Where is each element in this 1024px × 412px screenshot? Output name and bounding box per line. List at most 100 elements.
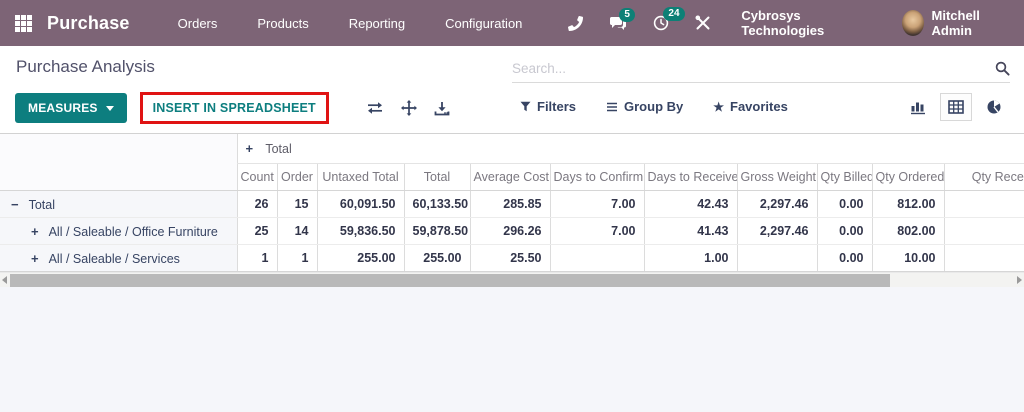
pivot-column-group-header[interactable]: + Total [236,134,1024,164]
messages-badge: 5 [619,7,635,22]
pivot-action-icons [349,100,450,116]
search-input[interactable] [512,61,989,76]
pivot-value-cell: 14 [276,217,317,245]
favorites-label: Favorites [730,99,788,114]
horizontal-scrollbar[interactable] [0,272,1024,287]
pivot-column-header[interactable]: Count [236,163,277,191]
filter-funnel-icon [520,101,531,112]
pivot-row: − Total 26 15 60,091.50 60,133.50 285.85 7.00 42… [0,190,1024,218]
pivot-value-cell: 2,297.46 [736,190,817,218]
purchase-analysis-page: Purchase Orders Products Reporting Configur… [0,0,1024,412]
pivot-table-container: + Total Count Order Untaxed Total Total Aver… [0,133,1024,272]
pivot-value-cell [943,217,1024,245]
expand-icon[interactable]: + [246,141,254,156]
pivot-column-header[interactable]: Days to Confirm [549,163,644,191]
group-by-button[interactable]: Group By [606,99,683,114]
collapse-icon[interactable]: − [11,197,19,212]
pivot-value-cell: 7.00 [549,217,644,245]
pivot-value-cell: 60,133.50 [403,190,470,218]
pivot-value-cell: 59,878.50 [403,217,470,245]
filters-label: Filters [537,99,577,114]
column-group-label: Total [265,142,292,156]
dashboard-view-button[interactable] [978,92,1010,122]
pivot-value-cell: 7.00 [549,190,644,218]
pivot-row-label: Total [28,197,55,212]
pivot-value-cell: 0.00 [816,244,872,272]
pivot-column-header[interactable]: Days to Receive [643,163,737,191]
nav-item-orders[interactable]: Orders [158,16,238,31]
pivot-value-cell: 15 [276,190,317,218]
horizontal-scrollbar-thumb[interactable] [10,274,890,287]
flip-axis-icon[interactable] [366,101,384,115]
measures-label: MEASURES [28,101,98,115]
pivot-table: + Total Count Order Untaxed Total Total Aver… [0,134,1024,272]
bar-chart-view-button[interactable] [902,93,934,122]
nav-item-configuration[interactable]: Configuration [425,16,542,31]
scroll-right-arrow-icon[interactable] [1017,276,1022,284]
pivot-value-cell: 59,836.50 [316,217,404,245]
search-bar [512,55,1010,83]
scroll-left-arrow-icon[interactable] [2,276,7,284]
pivot-value-cell: 0.00 [816,217,872,245]
pivot-toolbar: MEASURES INSERT IN SPREADSHEET [15,92,450,124]
pivot-value-cell: 10.00 [871,244,944,272]
page-title: Purchase Analysis [16,57,155,76]
avatar[interactable] [901,10,924,36]
user-menu[interactable]: Mitchell Admin [901,8,1009,38]
pivot-value-cell: 1.00 [643,244,737,272]
download-icon[interactable] [434,101,450,116]
activities-clock-icon[interactable]: 24 [653,7,685,31]
expand-all-icon[interactable] [400,100,417,116]
phone-icon[interactable] [568,15,584,31]
pivot-value-cell: 2,297.46 [736,217,817,245]
measures-button[interactable]: MEASURES [15,93,127,123]
messages-icon[interactable]: 5 [609,7,635,31]
filters-button[interactable]: Filters [520,99,576,114]
pivot-value-cell: 26 [236,190,277,218]
top-navbar: Purchase Orders Products Reporting Configur… [0,0,1024,46]
company-switcher[interactable]: Cybrosys Technologies [741,8,865,38]
expand-icon[interactable]: + [31,224,39,239]
pivot-colgroup-row: + Total [0,134,1024,191]
expand-icon[interactable]: + [31,251,39,266]
app-brand[interactable]: Purchase [47,13,130,34]
user-name: Mitchell Admin [931,8,980,38]
filter-bar: Filters Group By ★ Favorites [520,99,818,114]
pivot-value-cell: 25 [236,217,277,245]
pivot-row-header[interactable]: + All / Saleable / Services [0,244,237,272]
pivot-value-cell [736,244,817,272]
pivot-column-header[interactable]: Total [403,163,470,191]
pivot-value-cell: 60,091.50 [316,190,404,218]
pivot-view-button[interactable] [940,93,972,121]
pivot-value-cell [549,244,644,272]
pivot-value-cell: 1 [236,244,277,272]
apps-menu-icon[interactable] [15,14,32,32]
empty-area [0,287,1024,412]
pivot-value-cell: 1 [276,244,317,272]
pivot-row-label: All / Saleable / Services [48,251,180,266]
pivot-value-cell [943,244,1024,272]
navbar-right: 5 24 Cybrosys Technologies Mitchell Admi… [542,7,1009,38]
nav-item-reporting[interactable]: Reporting [329,16,425,31]
pivot-column-header[interactable]: Order [276,163,317,191]
view-switcher [902,92,1010,122]
pivot-column-header[interactable]: Qty Received [943,163,1024,191]
pivot-value-cell: 802.00 [871,217,944,245]
pivot-column-header[interactable]: Average Cost [469,163,550,191]
nav-item-products[interactable]: Products [237,16,328,31]
pivot-column-header[interactable]: Qty Ordered [871,163,944,191]
pivot-row-header[interactable]: − Total [0,190,237,218]
pivot-column-header[interactable]: Qty Billed [816,163,872,191]
pivot-value-cell [943,190,1024,218]
favorites-button[interactable]: ★ Favorites [713,99,788,114]
pivot-row: + All / Saleable / Office Furniture 25 14 59… [0,217,1024,245]
pivot-column-header[interactable]: Gross Weight [736,163,817,191]
pivot-column-header[interactable]: Untaxed Total [316,163,404,191]
debug-tools-icon[interactable] [695,15,711,31]
insert-in-spreadsheet-button[interactable]: INSERT IN SPREADSHEET [139,92,329,124]
pivot-value-cell: 285.85 [469,190,550,218]
search-icon[interactable] [995,61,1010,76]
pivot-value-cell: 296.26 [469,217,550,245]
pivot-row-header[interactable]: + All / Saleable / Office Furniture [0,217,237,245]
pivot-row-label: All / Saleable / Office Furniture [48,224,218,239]
